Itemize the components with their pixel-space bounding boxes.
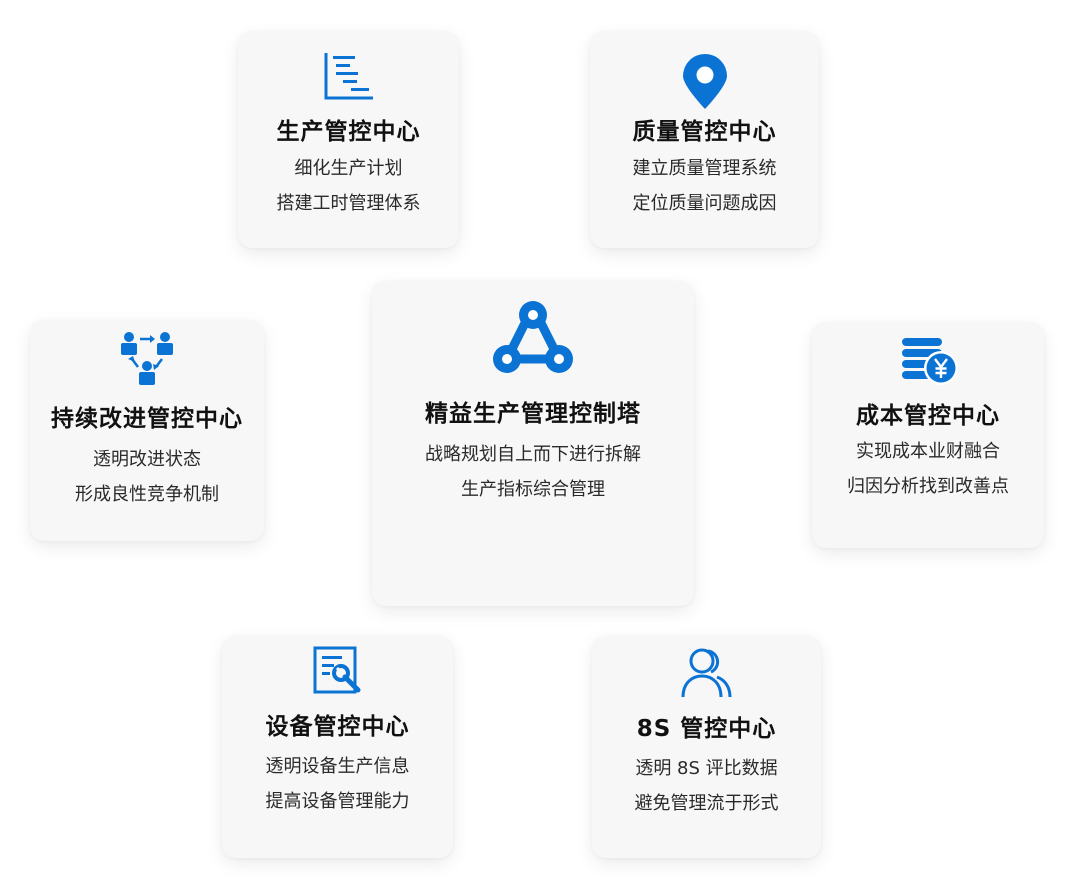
gantt-chart-icon: [238, 51, 459, 101]
card-line-1: 建立质量管理系统: [632, 158, 777, 179]
card-equipment-control[interactable]: 设备管控中心 透明设备生产信息 提高设备管理能力: [222, 636, 453, 858]
card-title: 设备管控中心: [265, 714, 410, 740]
card-continuous-improvement[interactable]: 持续改进管控中心 透明改进状态 形成良性竞争机制: [30, 320, 264, 541]
card-line-2: 提高设备管理能力: [265, 791, 410, 812]
card-quality-control[interactable]: 质量管控中心 建立质量管理系统 定位质量问题成因: [590, 31, 819, 248]
document-wrench-icon: [222, 646, 453, 696]
card-title: 精益生产管理控制塔: [425, 401, 641, 427]
card-cost-control[interactable]: 成本管控中心 实现成本业财融合 归因分析找到改善点: [812, 322, 1044, 548]
card-title: 生产管控中心: [276, 119, 421, 145]
card-8s-control[interactable]: 8S 管控中心 透明 8S 评比数据 避免管理流于形式: [592, 636, 821, 858]
card-line-1: 透明 8S 评比数据: [635, 758, 778, 779]
card-line-2: 归因分析找到改善点: [847, 476, 1009, 497]
card-lean-control-tower[interactable]: 精益生产管理控制塔 战略规划自上而下进行拆解 生产指标综合管理: [372, 281, 694, 606]
card-title: 持续改进管控中心: [51, 406, 243, 432]
card-line-2: 搭建工时管理体系: [276, 193, 421, 214]
card-line-1: 透明改进状态: [93, 449, 201, 470]
card-line-2: 定位质量问题成因: [632, 193, 777, 214]
card-title: 质量管控中心: [632, 119, 777, 145]
users-icon: [592, 647, 821, 699]
card-line-1: 战略规划自上而下进行拆解: [425, 444, 641, 465]
card-line-1: 透明设备生产信息: [265, 756, 410, 777]
coin-stack-yuan-icon: [812, 334, 1044, 386]
card-line-1: 实现成本业财融合: [856, 441, 1000, 462]
team-cycle-icon: [30, 329, 264, 387]
card-line-2: 生产指标综合管理: [461, 479, 605, 500]
card-title: 成本管控中心: [856, 403, 1000, 429]
card-line-2: 避免管理流于形式: [634, 793, 779, 814]
location-pin-icon: [590, 54, 819, 110]
card-title: 8S 管控中心: [636, 716, 777, 742]
card-line-2: 形成良性竞争机制: [75, 484, 219, 505]
network-hub-icon: [372, 301, 694, 375]
card-line-1: 细化生产计划: [294, 158, 403, 179]
card-production-control[interactable]: 生产管控中心 细化生产计划 搭建工时管理体系: [238, 31, 459, 248]
